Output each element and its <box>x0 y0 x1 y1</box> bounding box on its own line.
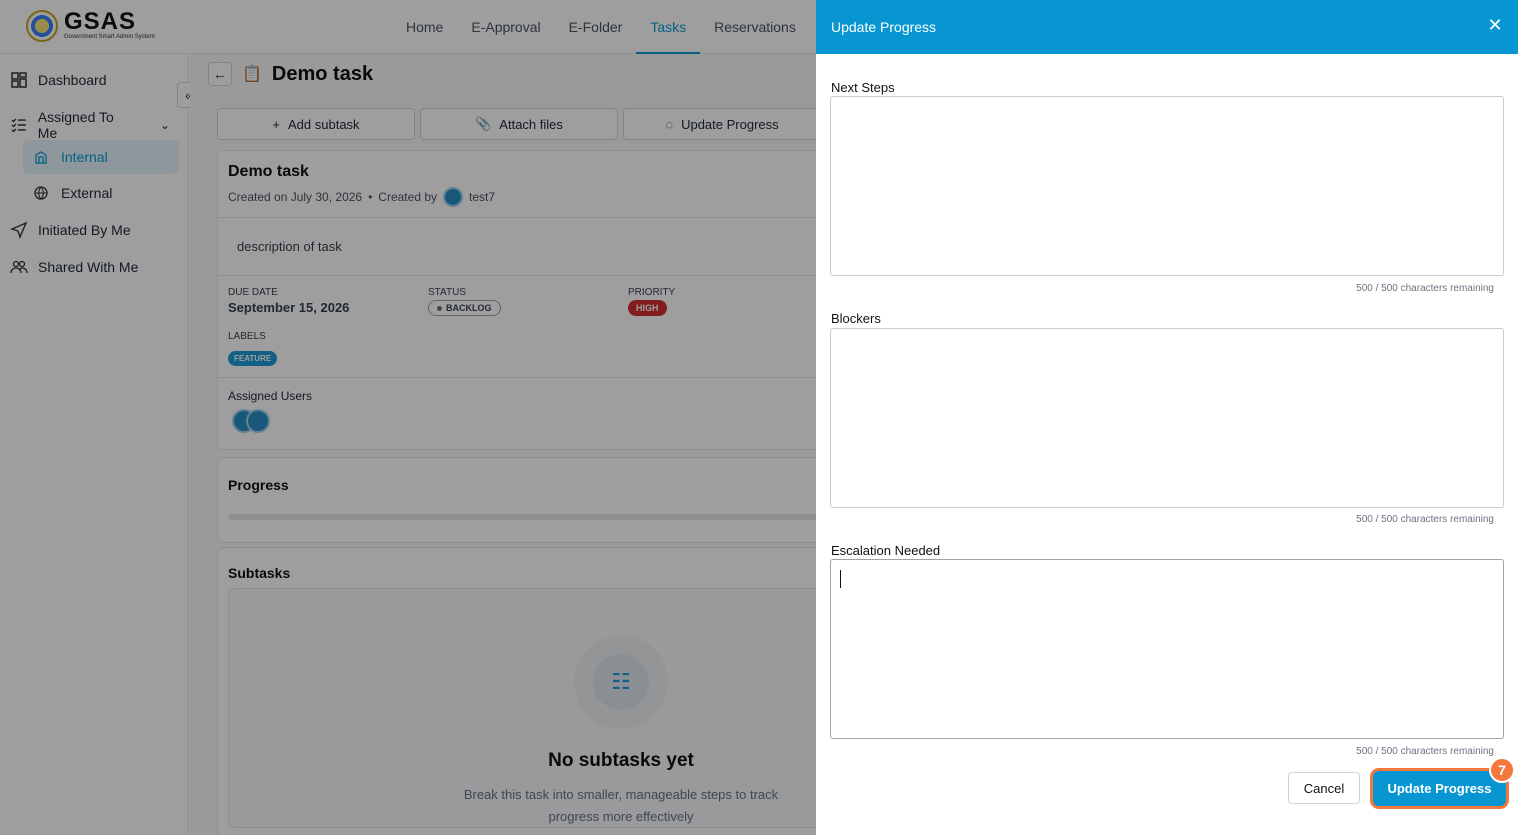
text-cursor <box>840 570 841 588</box>
escalation-label: Escalation Needed <box>831 543 941 558</box>
submit-update-progress-button[interactable]: Update Progress <box>1373 771 1506 806</box>
next-steps-field[interactable] <box>830 96 1504 276</box>
update-progress-drawer: Update Progress ✕ Next Steps 500 / 500 c… <box>816 0 1518 835</box>
escalation-field[interactable] <box>830 559 1504 739</box>
escalation-counter: 500 / 500 characters remaining <box>1356 746 1494 757</box>
step-number-badge: 7 <box>1489 757 1515 783</box>
drawer-title: Update Progress <box>831 19 937 35</box>
blockers-counter: 500 / 500 characters remaining <box>1356 514 1494 525</box>
next-steps-counter: 500 / 500 characters remaining <box>1356 283 1494 294</box>
close-icon[interactable]: ✕ <box>1486 16 1504 34</box>
drawer-header: Update Progress ✕ <box>816 0 1518 54</box>
blockers-field[interactable] <box>830 328 1504 508</box>
cancel-button[interactable]: Cancel <box>1288 772 1360 804</box>
next-steps-label: Next Steps <box>831 80 895 95</box>
blockers-label: Blockers <box>831 311 881 326</box>
